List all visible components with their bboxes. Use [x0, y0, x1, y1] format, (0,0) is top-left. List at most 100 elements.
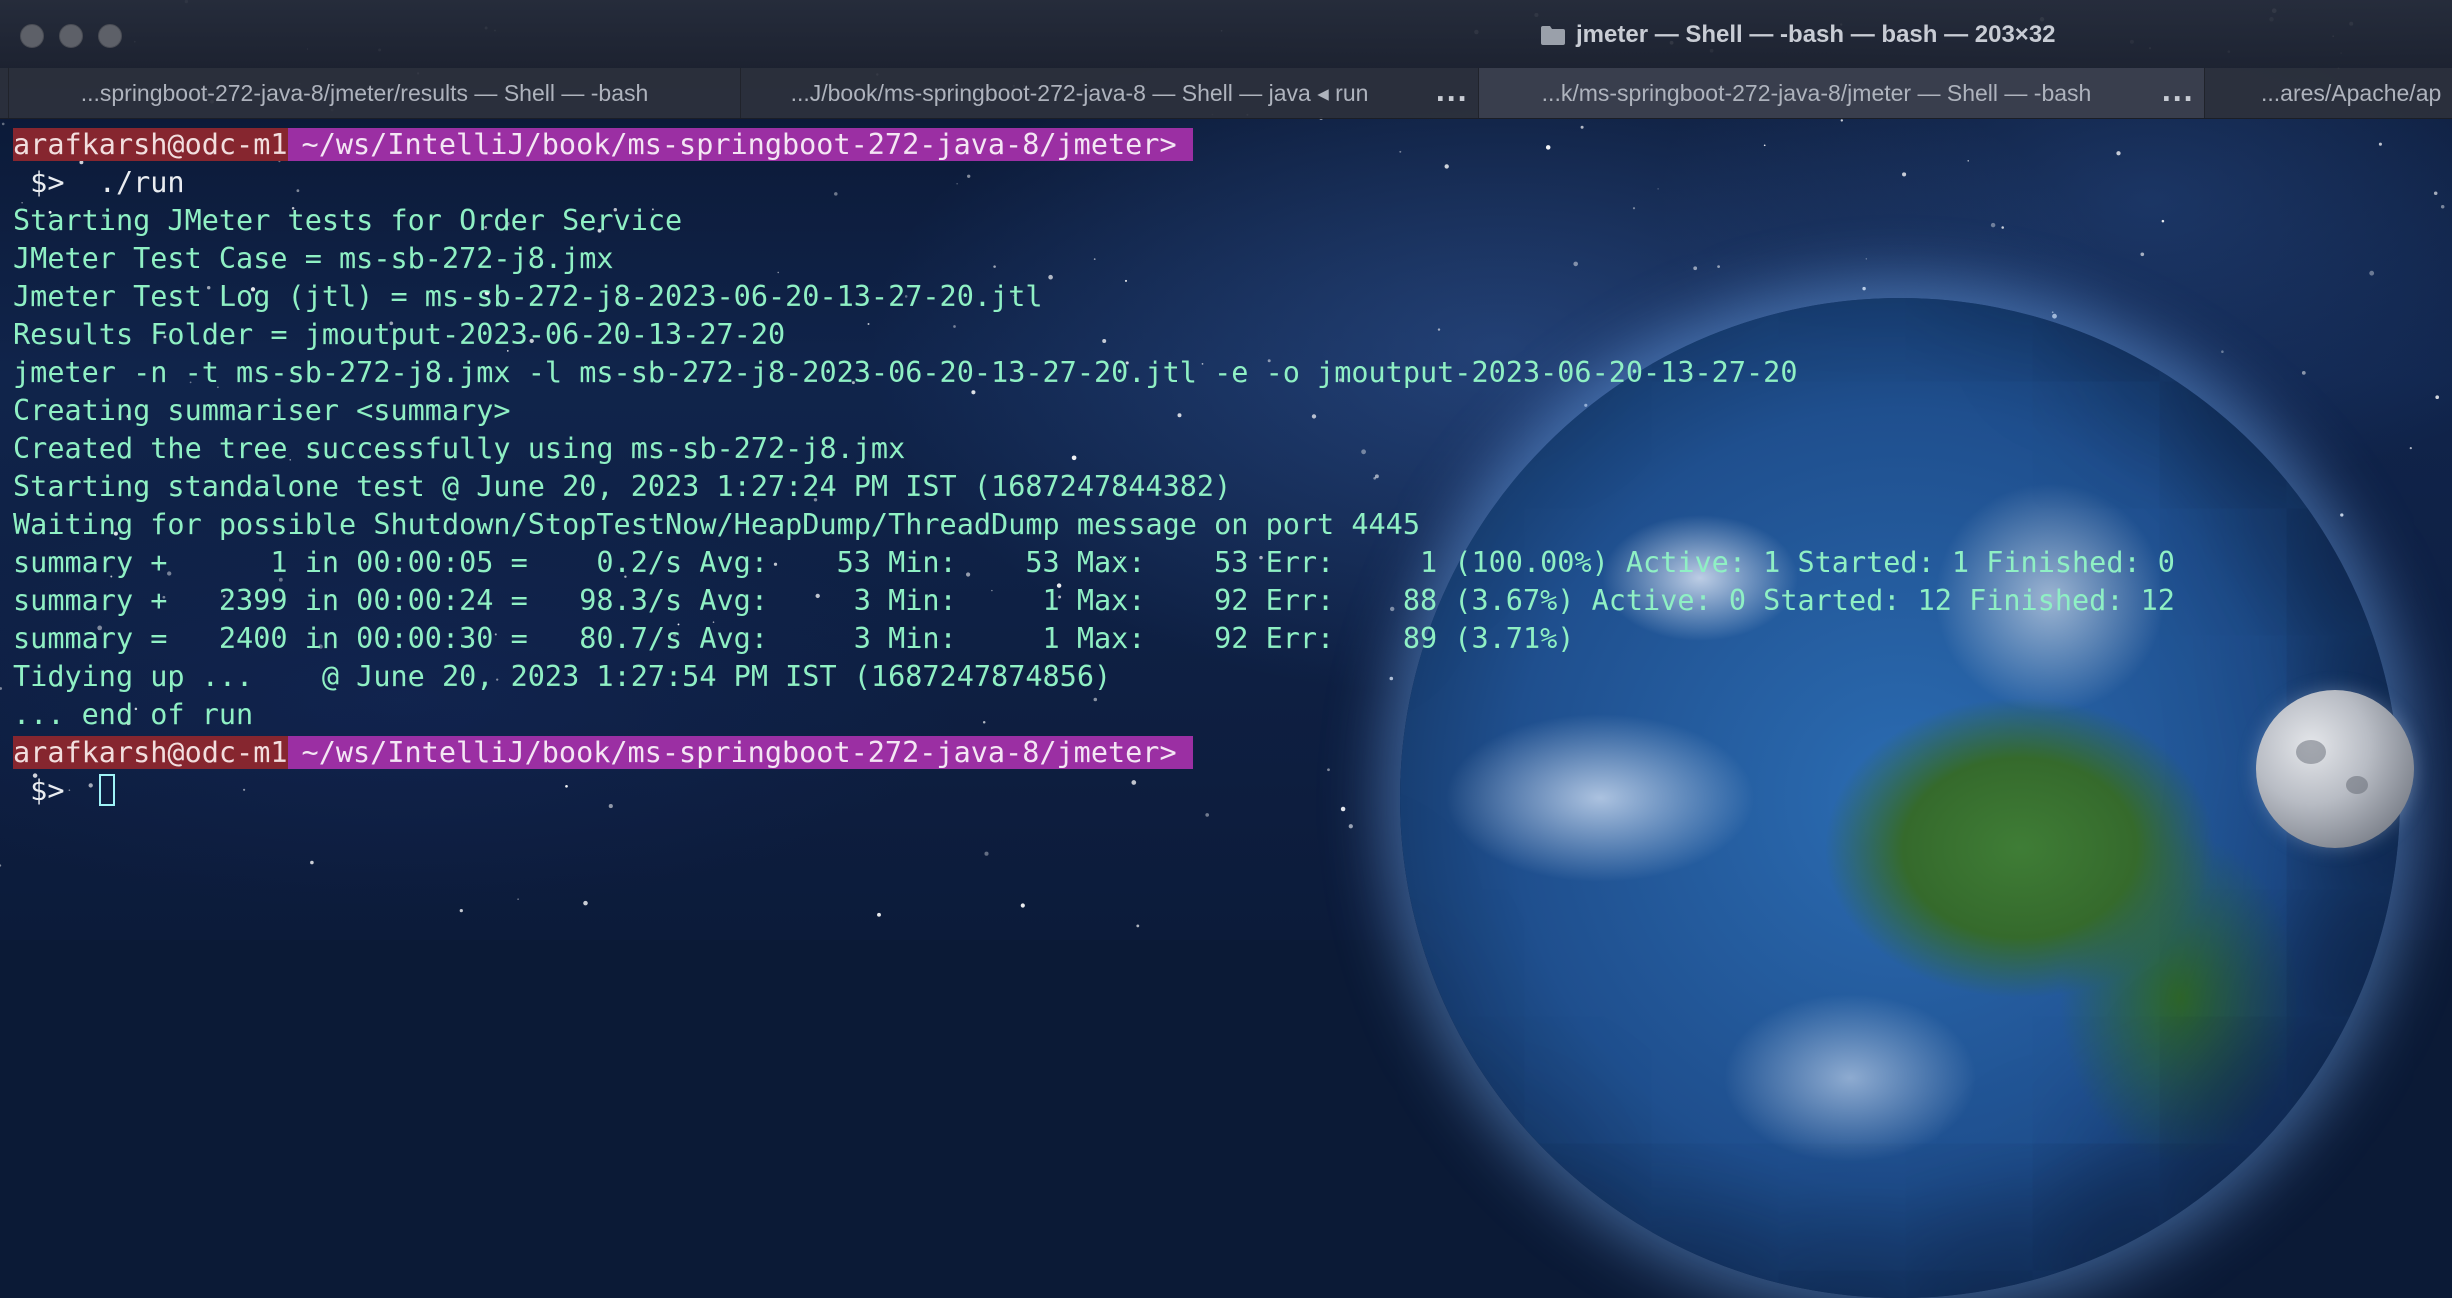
star: [1573, 261, 1578, 267]
command-line: $> ./run: [13, 164, 185, 202]
star: [2433, 191, 2438, 195]
tab-label: ...springboot-272-java-8/jmeter/results …: [80, 80, 649, 106]
text-cursor[interactable]: [98, 774, 115, 806]
command-line[interactable]: $>: [13, 772, 115, 810]
star: [2409, 447, 2412, 450]
window-titlebar[interactable]: jmeter — Shell — -bash — bash — 203×32: [0, 0, 2452, 68]
summary-line: summary + 1 in 00:00:05 = 0.2/s Avg: 53 …: [13, 546, 2175, 579]
star: [953, 325, 956, 328]
tab-label: ...J/book/ms-springboot-272-java-8 — She…: [790, 80, 1369, 106]
star: [1444, 164, 1449, 169]
star: [1071, 455, 1077, 461]
output-line: Starting JMeter tests for Order Service: [13, 204, 683, 237]
star: [1131, 780, 1137, 785]
star: [1862, 286, 1866, 291]
output-line: Jmeter Test Log (jtl) = ms-sb-272-j8-202…: [13, 280, 1043, 313]
tab-java-run[interactable]: ...J/book/ms-springboot-272-java-8 — She…: [740, 68, 1478, 118]
prompt-path: ~/ws/IntelliJ/book/ms-springboot-272-jav…: [287, 736, 1193, 769]
star: [1311, 414, 1317, 419]
star: [1763, 144, 1766, 147]
star: [2001, 226, 2004, 229]
window-title-group: jmeter — Shell — -bash — bash — 203×32: [1540, 18, 2056, 52]
star: [984, 851, 989, 856]
star: [517, 898, 519, 900]
star: [296, 189, 300, 193]
prompt-path: ~/ws/IntelliJ/book/ms-springboot-272-jav…: [287, 128, 1193, 161]
star: [310, 860, 314, 865]
star: [1348, 824, 1353, 829]
star: [1693, 266, 1698, 271]
star: [2369, 270, 2375, 276]
zoom-button[interactable]: [98, 24, 122, 48]
star: [1048, 274, 1053, 280]
star: [2052, 313, 2057, 319]
star: [565, 784, 568, 788]
star: [877, 912, 881, 917]
star: [1136, 924, 1140, 928]
earth-image: [1400, 298, 2400, 1298]
star: [1177, 413, 1182, 418]
star: [993, 265, 996, 268]
star: [1327, 768, 1330, 772]
star: [1093, 697, 1098, 702]
tab-overflow-icon[interactable]: ...: [2161, 78, 2194, 108]
star: [243, 788, 246, 791]
minimize-button[interactable]: [59, 24, 83, 48]
star: [1361, 449, 1366, 455]
star: [1124, 279, 1128, 282]
star: [1902, 172, 1907, 177]
star: [2221, 350, 2224, 353]
output-line: Created the tree successfully using ms-s…: [13, 432, 906, 465]
star: [1205, 813, 1210, 817]
star: [1545, 145, 1551, 150]
tab-jmeter-shell-active[interactable]: ...k/ms-springboot-272-java-8/jmeter — S…: [1478, 68, 2204, 118]
summary-line: summary + 2399 in 00:00:24 = 98.3/s Avg:…: [13, 584, 2175, 617]
star: [867, 323, 870, 325]
prompt-line: arafkarsh@odc-m1 ~/ws/IntelliJ/book/ms-sp…: [13, 126, 1193, 164]
output-line: Starting standalone test @ June 20, 2023…: [13, 470, 1232, 503]
star: [2301, 371, 2306, 375]
star: [608, 804, 613, 809]
star: [459, 908, 463, 913]
output-line: Creating summariser <summary>: [13, 394, 511, 427]
output-line: ... end of run: [13, 698, 254, 731]
star: [1632, 207, 1636, 210]
star: [1990, 222, 1996, 228]
tab-label: ...ares/Apache/ap: [2261, 80, 2442, 106]
star: [1967, 160, 1969, 162]
star: [982, 721, 986, 724]
star: [2116, 151, 2121, 156]
star: [1, 122, 5, 126]
tab-overflow-icon[interactable]: ...: [1435, 78, 1468, 108]
close-button[interactable]: [20, 24, 44, 48]
star: [0, 687, 3, 690]
output-line: JMeter Test Case = ms-sb-272-j8.jmx: [13, 242, 614, 275]
star: [2161, 219, 2165, 223]
folder-icon: [1541, 26, 1565, 45]
prompt-line: arafkarsh@odc-m1 ~/ws/IntelliJ/book/ms-sp…: [13, 734, 1193, 772]
star: [834, 192, 838, 196]
output-line: Tidying up ... @ June 20, 2023 1:27:54 P…: [13, 660, 1112, 693]
prompt-user-host: arafkarsh@odc-m1: [13, 128, 288, 161]
star: [2051, 311, 2054, 314]
prompt-user-host: arafkarsh@odc-m1: [13, 736, 288, 769]
star: [2140, 252, 2145, 257]
tab-results-shell[interactable]: ...springboot-272-java-8/jmeter/results …: [8, 68, 740, 118]
star: [1865, 258, 1867, 260]
star: [956, 183, 958, 185]
shell-prompt: $>: [13, 166, 82, 199]
star: [1389, 676, 1394, 681]
output-line: Results Folder = jmoutput-2023-06-20-13-…: [13, 318, 786, 351]
shell-prompt: $>: [13, 774, 99, 807]
star: [1374, 474, 1379, 479]
star: [967, 174, 971, 178]
star: [1399, 150, 1402, 153]
star: [1102, 339, 1107, 343]
star: [2440, 205, 2445, 209]
star: [1580, 125, 1584, 129]
star: [0, 864, 2, 867]
summary-total-line: summary = 2400 in 00:00:30 = 80.7/s Avg:…: [13, 622, 1575, 655]
tab-apache[interactable]: ...ares/Apache/ap: [2204, 68, 2452, 118]
command-text: ./run: [81, 166, 185, 199]
star: [1340, 806, 1346, 812]
